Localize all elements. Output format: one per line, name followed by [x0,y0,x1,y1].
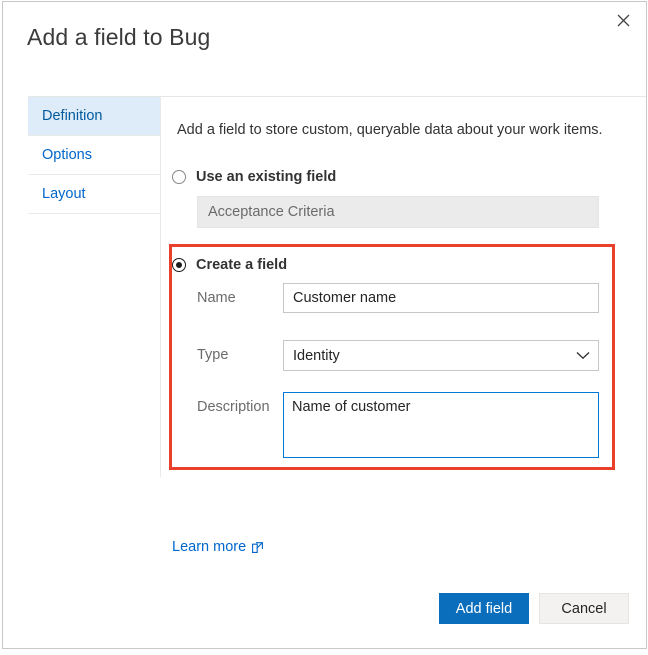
cancel-button-label: Cancel [561,600,607,617]
tab-options-label: Options [42,147,92,163]
tab-rail-divider [160,97,161,477]
radio-create-field[interactable]: Create a field [172,257,287,273]
tab-layout-label: Layout [42,186,86,202]
name-input[interactable]: Customer name [283,283,599,313]
learn-more-label: Learn more [172,539,247,555]
name-label: Name [197,290,236,306]
close-icon[interactable] [606,4,640,36]
radio-create-field-label: Create a field [196,257,288,273]
type-select-value: Identity [293,347,340,364]
existing-field-value: Acceptance Criteria [208,204,335,220]
add-field-dialog: Add a field to Bug Definition Options La… [2,1,647,649]
tab-definition[interactable]: Definition [28,97,160,136]
add-field-button[interactable]: Add field [439,593,529,624]
radio-use-existing-label: Use an existing field [196,169,337,185]
add-field-button-label: Add field [455,600,513,617]
radio-icon-create-field[interactable] [172,258,186,272]
tab-layout[interactable]: Layout [28,175,160,214]
panel-description: Add a field to store custom, queryable d… [177,122,603,138]
name-input-value: Customer name [293,290,397,306]
chevron-down-icon [576,351,590,360]
radio-icon-use-existing[interactable] [172,170,186,184]
tab-options[interactable]: Options [28,136,160,175]
description-value: Name of customer [292,399,411,415]
radio-use-existing-field[interactable]: Use an existing field [172,169,336,185]
type-select[interactable]: Identity [283,340,599,371]
learn-more-link[interactable]: Learn more [172,539,264,555]
dialog-title: Add a field to Bug [27,24,211,50]
cancel-button[interactable]: Cancel [539,593,629,624]
description-label: Description [197,399,270,415]
description-textarea[interactable]: Name of customer [283,392,599,458]
tab-list: Definition Options Layout [28,97,160,214]
tab-definition-label: Definition [42,108,103,124]
existing-field-select: Acceptance Criteria [197,196,599,228]
external-link-icon [252,541,264,553]
type-label: Type [197,347,229,363]
